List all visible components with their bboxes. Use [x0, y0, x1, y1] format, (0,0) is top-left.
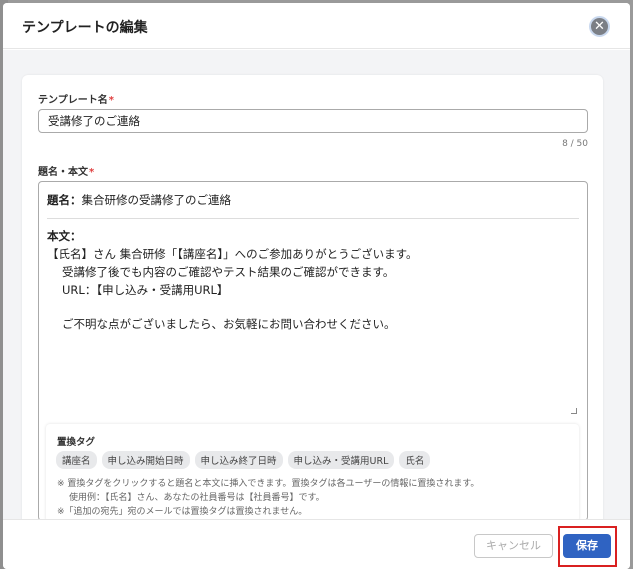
modal-header: テンプレートの編集 ✕ [3, 3, 630, 49]
required-mark: * [89, 167, 95, 178]
tag-application-start[interactable]: 申し込み開始日時 [101, 451, 190, 469]
form-card: テンプレート名* 8 / 50 題名・本文* 題名：集合研修の受講修了のご連絡 … [22, 75, 603, 535]
required-mark: * [108, 95, 114, 106]
character-counter: 8 / 50 [562, 139, 588, 149]
close-icon[interactable]: ✕ [589, 16, 610, 37]
subject-divider [47, 218, 579, 219]
save-button[interactable]: 保存 [563, 534, 611, 558]
subject-label: 題名： [47, 193, 82, 207]
body-line[interactable]: URL：【申し込み・受講用URL】 [62, 282, 228, 298]
resize-handle-icon[interactable] [571, 408, 577, 414]
tag-note: 使用例：【氏名】さん、あなたの社員番号は【社員番号】です。 [69, 493, 325, 503]
template-name-label: テンプレート名* [38, 95, 114, 106]
tag-course-name[interactable]: 講座名 [56, 451, 97, 469]
subject-line[interactable]: 題名：集合研修の受講修了のご連絡 [47, 192, 231, 208]
subject-body-label: 題名・本文* [38, 167, 95, 178]
edit-template-modal: テンプレートの編集 ✕ テンプレート名* 8 / 50 題名・本文* 題名：集合… [3, 3, 630, 569]
subject-value: 集合研修の受講修了のご連絡 [81, 193, 232, 207]
body-line[interactable]: 【氏名】さん 集合研修「【講座名】」へのご参加ありがとうございます。 [47, 246, 418, 262]
tag-note: ※ 置換タグをクリックすると題名と本文に挿入できます。置換タグは各ユーザーの情報… [57, 479, 480, 489]
modal-title: テンプレートの編集 [22, 20, 148, 36]
subject-body-editor[interactable]: 題名：集合研修の受講修了のご連絡 本文： 【氏名】さん 集合研修「【講座名】」へ… [38, 181, 588, 522]
modal-body: テンプレート名* 8 / 50 題名・本文* 題名：集合研修の受講修了のご連絡 … [3, 50, 630, 535]
tag-list: 講座名 申し込み開始日時 申し込み終了日時 申し込み・受講用URL 氏名 [56, 451, 431, 469]
body-label: 本文： [47, 229, 82, 243]
cancel-button[interactable]: キャンセル [474, 534, 553, 558]
tag-note: ※「追加の宛先」宛のメールでは置換タグは置換されません。 [57, 507, 308, 517]
tag-application-url[interactable]: 申し込み・受講用URL [287, 451, 395, 469]
template-name-input[interactable] [38, 109, 588, 133]
replacement-tags-panel: 置換タグ 講座名 申し込み開始日時 申し込み終了日時 申し込み・受講用URL 氏… [46, 424, 579, 522]
body-line[interactable]: 受講修了後でも内容のご確認やテスト結果のご確認ができます。 [62, 264, 394, 280]
tag-application-end[interactable]: 申し込み終了日時 [194, 451, 283, 469]
replacement-tags-title: 置換タグ [57, 437, 96, 448]
body-line[interactable]: ご不明な点がございましたら、お気軽にお問い合わせください。 [62, 316, 396, 332]
modal-footer: キャンセル 保存 [3, 519, 630, 569]
tag-full-name[interactable]: 氏名 [399, 451, 431, 469]
